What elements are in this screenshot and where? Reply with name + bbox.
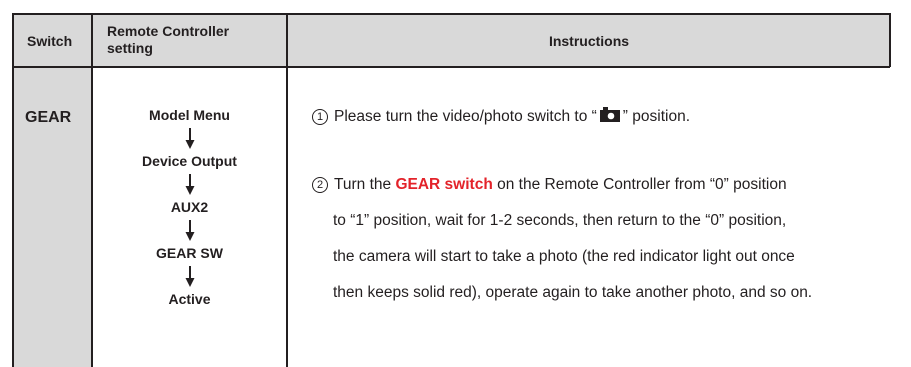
instruction-step-2-line-4: then keeps solid red), operate again to … xyxy=(333,284,813,301)
flow-step-aux2: AUX2 xyxy=(170,199,209,215)
switch-name: GEAR xyxy=(25,109,72,126)
header-instructions-label: Instructions xyxy=(548,33,630,49)
table-top-border xyxy=(12,13,890,15)
camera-icon xyxy=(599,107,620,127)
instruction-step-2-line-2: to “1” position, wait for 1-2 seconds, t… xyxy=(333,212,787,229)
header-instructions-cell: Instructions xyxy=(288,14,890,66)
step2-line1-rest: on the Remote Controller from “0” positi… xyxy=(492,176,787,193)
header-remote-controller-label: Remote Controller setting xyxy=(107,23,230,56)
instruction-table: Switch Remote Controller setting Instruc… xyxy=(0,0,911,367)
step2-prefix: Turn the xyxy=(334,176,396,193)
step1-text-after: ” position. xyxy=(622,108,690,125)
instruction-step-2-line-1: 2 Turn the GEAR switch on the Remote Cont… xyxy=(312,176,787,194)
step-number: 2 xyxy=(312,177,328,193)
instruction-step-2-line-3: the camera will start to take a photo (t… xyxy=(333,248,795,265)
column-divider-2 xyxy=(286,13,288,367)
down-arrow-icon xyxy=(93,216,286,244)
down-arrow-icon xyxy=(93,170,286,198)
down-arrow-icon xyxy=(93,262,286,290)
step1-text-before: Please turn the video/photo switch to “ xyxy=(334,108,597,125)
flow-step-active: Active xyxy=(168,291,211,307)
header-switch-label: Switch xyxy=(27,33,73,49)
table-left-border xyxy=(12,13,14,367)
down-arrow-icon xyxy=(93,124,286,152)
header-switch-cell: Switch xyxy=(12,14,91,66)
remote-controller-flow: Model Menu Device Output AUX2 GEAR SW Ac… xyxy=(93,106,286,308)
flow-step-model-menu: Model Menu xyxy=(149,107,230,123)
flow-step-device-output: Device Output xyxy=(142,153,237,169)
step-number: 1 xyxy=(312,109,328,125)
table-right-border xyxy=(889,13,891,67)
switch-cell: GEAR xyxy=(12,68,91,367)
gear-switch-highlight: GEAR switch xyxy=(395,176,493,193)
header-bottom-border xyxy=(12,66,890,68)
instruction-step-1: 1 Please turn the video/photo switch to “… xyxy=(312,107,690,127)
flow-step-gear-sw: GEAR SW xyxy=(156,245,223,261)
header-remote-controller-cell: Remote Controller setting xyxy=(93,14,286,66)
